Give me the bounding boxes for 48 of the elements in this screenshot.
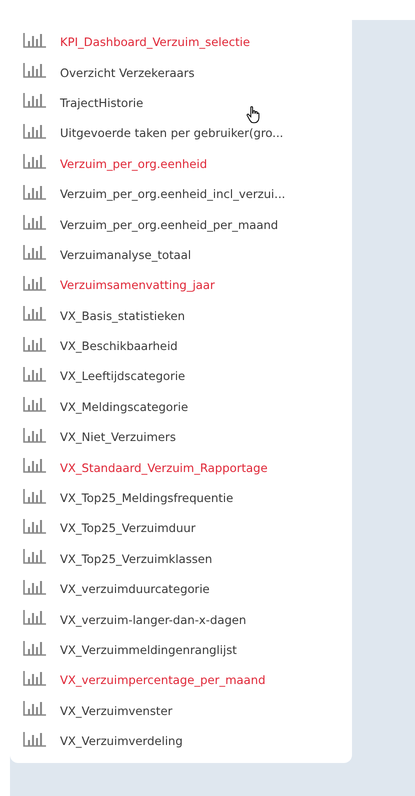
bar-chart-icon bbox=[23, 63, 47, 78]
bar-chart-icon bbox=[23, 549, 47, 564]
report-link[interactable]: Verzuimanalyse_totaal bbox=[60, 248, 192, 262]
bar-chart-icon bbox=[23, 701, 47, 716]
bar-chart-icon bbox=[23, 640, 47, 656]
bar-chart-icon bbox=[23, 610, 47, 626]
report-link[interactable]: VX_Top25_Verzuimduur bbox=[60, 521, 196, 536]
bar-chart-icon bbox=[23, 32, 47, 48]
bar-chart-icon bbox=[23, 154, 47, 170]
report-link[interactable]: VX_Verzuimverdeling bbox=[60, 734, 183, 748]
report-link[interactable]: KPI_Dashboard_Verzuim_selectie bbox=[60, 35, 250, 50]
report-link[interactable]: Verzuim_per_org.eenheid bbox=[60, 156, 208, 171]
report-link[interactable]: VX_verzuim-langer-dan-x-dagen bbox=[60, 612, 246, 627]
bar-chart-icon bbox=[23, 397, 47, 412]
report-link[interactable]: VX_Top25_Verzuimklassen bbox=[60, 552, 212, 566]
report-link[interactable]: Verzuim_per_org.eenheid_incl_verzui... bbox=[60, 187, 286, 202]
bar-chart-icon bbox=[23, 124, 47, 139]
bar-chart-icon bbox=[23, 245, 47, 260]
report-link[interactable]: VX_Verzuimmeldingenranglijst bbox=[60, 643, 237, 657]
bar-chart-icon bbox=[23, 518, 47, 534]
report-link[interactable]: TrajectHistorie bbox=[60, 96, 144, 110]
bar-chart-icon bbox=[23, 215, 47, 230]
bar-chart-icon bbox=[23, 488, 47, 504]
bar-chart-icon bbox=[23, 670, 47, 686]
bar-chart-icon bbox=[23, 580, 47, 595]
bar-chart-icon bbox=[23, 336, 47, 352]
report-link[interactable]: Overzicht Verzekeraars bbox=[60, 66, 195, 80]
bar-chart-icon bbox=[23, 93, 47, 108]
report-link[interactable]: Uitgevoerde taken per gebruiker(gro... bbox=[60, 126, 284, 140]
report-link[interactable]: VX_Meldingscategorie bbox=[60, 400, 188, 414]
bar-chart-icon bbox=[23, 458, 47, 474]
report-link[interactable]: VX_verzuimpercentage_per_maand bbox=[60, 673, 266, 688]
report-link[interactable]: VX_verzuimduurcategorie bbox=[60, 582, 210, 596]
bar-chart-icon bbox=[23, 732, 47, 747]
report-link[interactable]: VX_Basis_statistieken bbox=[60, 308, 186, 323]
report-link[interactable]: VX_Verzuimvenster bbox=[60, 704, 172, 718]
report-link[interactable]: Verzuim_per_org.eenheid_per_maand bbox=[60, 218, 278, 232]
bar-chart-icon bbox=[23, 276, 47, 291]
report-link[interactable]: VX_Top25_Meldingsfrequentie bbox=[60, 491, 234, 506]
report-link[interactable]: VX_Niet_Verzuimers bbox=[60, 430, 176, 444]
bar-chart-icon bbox=[23, 428, 47, 443]
report-link[interactable]: VX_Leeftijdscategorie bbox=[60, 369, 186, 384]
report-link[interactable]: VX_Beschikbaarheid bbox=[60, 339, 178, 354]
bar-chart-icon bbox=[23, 184, 47, 200]
report-link[interactable]: Verzuimsamenvatting_jaar bbox=[60, 278, 215, 292]
report-link[interactable]: VX_Standaard_Verzuim_Rapportage bbox=[60, 460, 268, 475]
bar-chart-icon bbox=[23, 366, 47, 382]
bar-chart-icon bbox=[23, 306, 47, 322]
